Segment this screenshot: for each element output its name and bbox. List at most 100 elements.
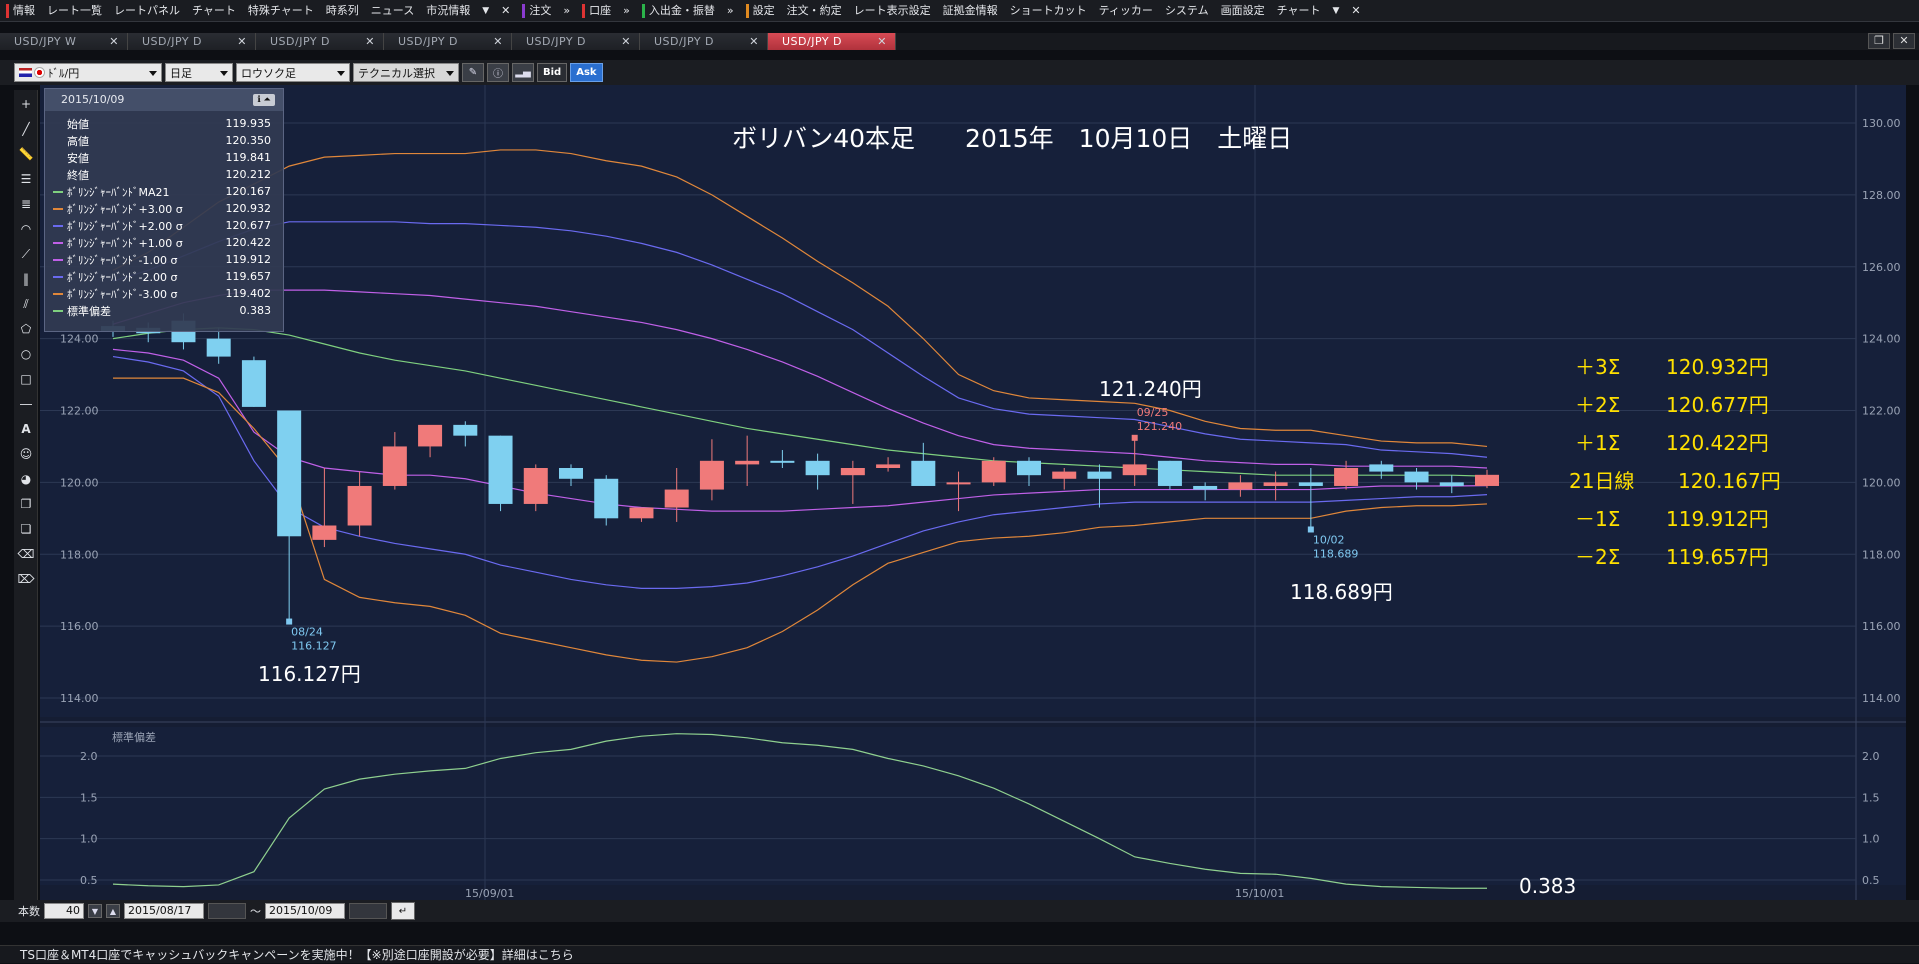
marker-icon[interactable]: ◕ — [15, 468, 37, 490]
menu-chart[interactable]: チャート — [186, 0, 242, 21]
menu-label: 特殊チャート — [247, 3, 314, 17]
count-down-icon[interactable]: ▼ — [88, 904, 102, 918]
info-row-text: ﾎﾞﾘﾝｼﾞｬｰﾊﾞﾝﾄﾞ+2.00 σ — [67, 219, 183, 233]
menu-dropdown-icon-2[interactable]: ▼ — [1326, 0, 1345, 21]
horizontal-line-icon[interactable]: ― — [15, 393, 37, 415]
menu-system[interactable]: システム — [1159, 0, 1215, 21]
tab-chart-4[interactable]: USD/JPY D ✕ — [384, 33, 512, 50]
ask-button[interactable]: Ask — [570, 63, 603, 82]
menu-shortcut[interactable]: ショートカット — [1004, 0, 1093, 21]
band-value: 120.422円 — [1666, 431, 1769, 455]
menu-label: ショートカット — [1009, 3, 1087, 17]
menu-market[interactable]: 市況情報 — [420, 0, 476, 21]
copy-icon[interactable]: ❐ — [15, 493, 37, 515]
menu-settings[interactable]: 設定 — [740, 0, 781, 21]
to-date-input[interactable]: 2015/10/09 — [265, 903, 345, 919]
tab-chart-1[interactable]: USD/JPY W ✕ — [0, 33, 128, 50]
close-icon[interactable]: ✕ — [749, 33, 759, 50]
count-up-icon[interactable]: ▲ — [106, 904, 120, 918]
menu-rate-display[interactable]: レート表示設定 — [848, 0, 937, 21]
fibonacci-icon[interactable]: ≣ — [15, 193, 37, 215]
menu-rate-panel[interactable]: レートパネル — [108, 0, 186, 21]
currency-pair-select[interactable]: ﾄﾞﾙ/円 — [14, 63, 162, 82]
menu-special-chart[interactable]: 特殊チャート — [242, 0, 320, 21]
chevron-down-icon — [446, 71, 454, 76]
menu-screen[interactable]: 画面設定 — [1215, 0, 1271, 21]
menu-account[interactable]: 口座 — [576, 0, 617, 21]
from-time-input[interactable] — [208, 903, 246, 919]
menu-deposit[interactable]: 入出金・振替 — [636, 0, 721, 21]
fan-icon[interactable]: ⟋ — [15, 243, 37, 265]
restore-window-icon[interactable]: ❐ — [1868, 33, 1890, 49]
info-toggle-icon[interactable]: ℹ ⏶ — [253, 94, 275, 106]
menu-timeseries[interactable]: 時系列 — [320, 0, 365, 21]
horizontal-lines-icon[interactable]: ☰ — [15, 168, 37, 190]
menu-more-icon-2[interactable]: » — [617, 0, 636, 21]
info-row-value: 120.422 — [225, 236, 272, 249]
candle-body — [1122, 464, 1147, 476]
close-icon[interactable]: ✕ — [493, 33, 503, 50]
info-row: ﾎﾞﾘﾝｼﾞｬｰﾊﾞﾝﾄﾞ-3.00 σ 119.402 — [45, 285, 283, 302]
line-icon[interactable]: ╱ — [15, 118, 37, 140]
sub-tick-label-left: 0.5 — [80, 874, 98, 887]
circle-icon[interactable]: ○ — [15, 343, 37, 365]
menu-ticker[interactable]: ティッカー — [1093, 0, 1159, 21]
info-panel-header: 2015/10/09 ℹ ⏶ — [45, 89, 283, 111]
range-bar: 本数 40 ▼ ▲ 2015/08/17 ～ 2015/10/09 ↵ — [0, 900, 1919, 922]
candle-body — [805, 460, 830, 476]
to-time-input[interactable] — [349, 903, 387, 919]
info-icon[interactable]: ⓘ — [487, 63, 509, 82]
candle-body — [1193, 485, 1218, 490]
menu-order[interactable]: 注文 — [516, 0, 557, 21]
menu-more-icon[interactable]: » — [557, 0, 576, 21]
chart-type-select[interactable]: ロウソク足 — [236, 63, 350, 82]
ruler-icon[interactable]: 📏 — [15, 143, 37, 165]
bid-button[interactable]: Bid — [537, 63, 568, 82]
close-window-icon[interactable]: ✕ — [1893, 33, 1915, 49]
info-row: ﾎﾞﾘﾝｼﾞｬｰﾊﾞﾝﾄﾞ+1.00 σ 120.422 — [45, 234, 283, 251]
close-icon[interactable]: ✕ — [877, 33, 887, 50]
eraser-all-icon[interactable]: ⌦ — [15, 568, 37, 590]
eraser-icon[interactable]: ⌫ — [15, 543, 37, 565]
text-icon[interactable]: A — [15, 418, 37, 440]
period-select[interactable]: 日足 — [165, 63, 233, 82]
price-tick-label-left: 114.00 — [60, 692, 99, 705]
menu-dropdown-icon[interactable]: ▼ — [476, 0, 495, 21]
menu-margin[interactable]: 証拠金情報 — [937, 0, 1004, 21]
menu-label: ニュース — [370, 3, 415, 17]
campaign-link[interactable]: TS口座＆MT4口座でキャッシュバックキャンペーンを実施中！【※別途口座開設が必… — [20, 948, 574, 962]
close-icon[interactable]: ✕ — [621, 33, 631, 50]
info-row-text: ﾎﾞﾘﾝｼﾞｬｰﾊﾞﾝﾄﾞ+1.00 σ — [67, 236, 183, 250]
from-date-input[interactable]: 2015/08/17 — [124, 903, 204, 919]
volume-chart-icon[interactable]: ▂▄ — [512, 63, 534, 82]
menu-info[interactable]: 情報 — [0, 0, 41, 21]
menu-more-icon-3[interactable]: » — [721, 0, 740, 21]
tab-chart-5[interactable]: USD/JPY D ✕ — [512, 33, 640, 50]
technical-select[interactable]: テクニカル選択 — [353, 63, 459, 82]
arc-icon[interactable]: ◠ — [15, 218, 37, 240]
tab-chart-7-active[interactable]: USD/JPY D ✕ — [768, 33, 896, 50]
count-input[interactable]: 40 — [44, 903, 84, 919]
menu-news[interactable]: ニュース — [365, 0, 420, 21]
crosshair-icon[interactable]: + — [15, 93, 37, 115]
smiley-icon[interactable]: ☺ — [15, 443, 37, 465]
menu-chart-2[interactable]: チャート — [1271, 0, 1327, 21]
menu-close-icon-2[interactable]: ✕ — [1345, 0, 1366, 21]
candle-body — [629, 507, 654, 519]
channel-icon[interactable]: ⫽ — [15, 293, 37, 315]
rectangle-icon[interactable]: □ — [15, 368, 37, 390]
menu-order-exec[interactable]: 注文・約定 — [781, 0, 848, 21]
menu-rate-list[interactable]: レート一覧 — [41, 0, 108, 21]
tab-chart-3[interactable]: USD/JPY D ✕ — [256, 33, 384, 50]
paste-icon[interactable]: ❏ — [15, 518, 37, 540]
pentagon-icon[interactable]: ⬠ — [15, 318, 37, 340]
pencil-icon[interactable]: ✎ — [462, 63, 484, 82]
close-icon[interactable]: ✕ — [237, 33, 247, 50]
vertical-lines-icon[interactable]: ‖ — [15, 268, 37, 290]
tab-chart-2[interactable]: USD/JPY D ✕ — [128, 33, 256, 50]
close-icon[interactable]: ✕ — [365, 33, 375, 50]
apply-arrow-icon[interactable]: ↵ — [391, 902, 415, 920]
close-icon[interactable]: ✕ — [109, 33, 119, 50]
tab-chart-6[interactable]: USD/JPY D ✕ — [640, 33, 768, 50]
menu-close-icon[interactable]: ✕ — [495, 0, 516, 21]
